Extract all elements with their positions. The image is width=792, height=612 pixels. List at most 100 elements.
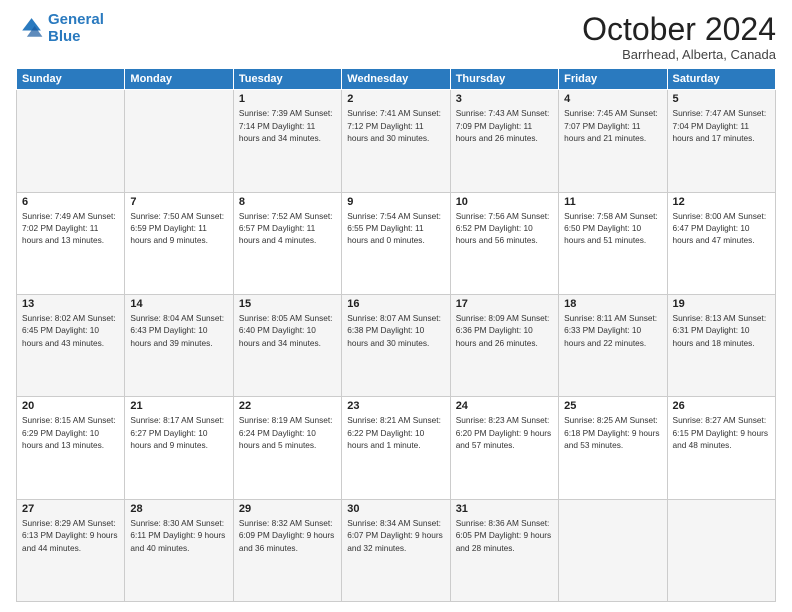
day-number: 20	[22, 400, 119, 412]
day-info: Sunrise: 7:52 AM Sunset: 6:57 PM Dayligh…	[239, 210, 336, 247]
logo-line2: Blue	[48, 28, 81, 45]
day-cell: 23 Sunrise: 8:21 AM Sunset: 6:22 PM Dayli…	[342, 397, 450, 499]
day-number: 25	[564, 400, 661, 412]
day-number: 15	[239, 298, 336, 310]
day-cell	[667, 499, 775, 601]
day-cell: 17 Sunrise: 8:09 AM Sunset: 6:36 PM Dayli…	[450, 294, 558, 396]
day-info: Sunrise: 8:15 AM Sunset: 6:29 PM Dayligh…	[22, 414, 119, 451]
day-number: 17	[456, 298, 553, 310]
day-cell: 27Sunrise: 8:29 AM Sunset: 6:13 PM Dayli…	[17, 499, 125, 601]
day-number: 1	[239, 93, 336, 105]
day-number: 23	[347, 400, 444, 412]
day-number: 16	[347, 298, 444, 310]
day-number: 2	[347, 93, 444, 105]
day-cell: 2 Sunrise: 7:41 AM Sunset: 7:12 PM Daylig…	[342, 90, 450, 192]
day-cell: 7 Sunrise: 7:50 AM Sunset: 6:59 PM Daylig…	[125, 192, 233, 294]
day-cell: 22 Sunrise: 8:19 AM Sunset: 6:24 PM Dayli…	[233, 397, 341, 499]
day-cell: 14Sunrise: 8:04 AM Sunset: 6:43 PM Dayli…	[125, 294, 233, 396]
day-number: 24	[456, 400, 553, 412]
day-info: Sunrise: 8:11 AM Sunset: 6:33 PM Dayligh…	[564, 312, 661, 349]
logo-icon	[16, 15, 44, 43]
day-number: 19	[673, 298, 770, 310]
day-info: Sunrise: 8:09 AM Sunset: 6:36 PM Dayligh…	[456, 312, 553, 349]
day-cell: 25 Sunrise: 8:25 AM Sunset: 6:18 PM Dayli…	[559, 397, 667, 499]
day-cell	[17, 90, 125, 192]
day-number: 14	[130, 298, 227, 310]
day-cell: 1Sunrise: 7:39 AM Sunset: 7:14 PM Daylig…	[233, 90, 341, 192]
col-friday: Friday	[559, 69, 667, 90]
day-info: Sunrise: 7:45 AM Sunset: 7:07 PM Dayligh…	[564, 107, 661, 144]
day-cell: 28 Sunrise: 8:30 AM Sunset: 6:11 PM Dayli…	[125, 499, 233, 601]
day-cell: 29 Sunrise: 8:32 AM Sunset: 6:09 PM Dayli…	[233, 499, 341, 601]
day-number: 12	[673, 196, 770, 208]
day-info: Sunrise: 7:47 AM Sunset: 7:04 PM Dayligh…	[673, 107, 770, 144]
day-info: Sunrise: 8:36 AM Sunset: 6:05 PM Dayligh…	[456, 517, 553, 554]
day-cell: 31 Sunrise: 8:36 AM Sunset: 6:05 PM Dayli…	[450, 499, 558, 601]
day-cell: 8Sunrise: 7:52 AM Sunset: 6:57 PM Daylig…	[233, 192, 341, 294]
week-row-2: 6 Sunrise: 7:49 AM Sunset: 7:02 PM Daylig…	[17, 192, 776, 294]
day-cell: 20 Sunrise: 8:15 AM Sunset: 6:29 PM Dayli…	[17, 397, 125, 499]
day-info: Sunrise: 7:50 AM Sunset: 6:59 PM Dayligh…	[130, 210, 227, 247]
day-info: Sunrise: 8:17 AM Sunset: 6:27 PM Dayligh…	[130, 414, 227, 451]
day-cell: 4 Sunrise: 7:45 AM Sunset: 7:07 PM Daylig…	[559, 90, 667, 192]
day-number: 21	[130, 400, 227, 412]
day-info: Sunrise: 8:29 AM Sunset: 6:13 PM Dayligh…	[22, 517, 119, 554]
title-block: October 2024 Barrhead, Alberta, Canada	[582, 12, 776, 62]
day-number: 6	[22, 196, 119, 208]
day-cell: 30Sunrise: 8:34 AM Sunset: 6:07 PM Dayli…	[342, 499, 450, 601]
day-info: Sunrise: 7:56 AM Sunset: 6:52 PM Dayligh…	[456, 210, 553, 247]
day-number: 13	[22, 298, 119, 310]
day-number: 10	[456, 196, 553, 208]
day-number: 7	[130, 196, 227, 208]
col-saturday: Saturday	[667, 69, 775, 90]
day-info: Sunrise: 8:30 AM Sunset: 6:11 PM Dayligh…	[130, 517, 227, 554]
day-info: Sunrise: 8:23 AM Sunset: 6:20 PM Dayligh…	[456, 414, 553, 451]
day-info: Sunrise: 7:49 AM Sunset: 7:02 PM Dayligh…	[22, 210, 119, 247]
logo-line1: General	[48, 11, 104, 28]
day-number: 18	[564, 298, 661, 310]
col-tuesday: Tuesday	[233, 69, 341, 90]
day-cell: 9 Sunrise: 7:54 AM Sunset: 6:55 PM Daylig…	[342, 192, 450, 294]
day-number: 29	[239, 503, 336, 515]
week-row-5: 27Sunrise: 8:29 AM Sunset: 6:13 PM Dayli…	[17, 499, 776, 601]
day-cell: 13 Sunrise: 8:02 AM Sunset: 6:45 PM Dayli…	[17, 294, 125, 396]
month-title: October 2024	[582, 12, 776, 47]
day-info: Sunrise: 8:25 AM Sunset: 6:18 PM Dayligh…	[564, 414, 661, 451]
day-cell: 19 Sunrise: 8:13 AM Sunset: 6:31 PM Dayli…	[667, 294, 775, 396]
day-info: Sunrise: 8:05 AM Sunset: 6:40 PM Dayligh…	[239, 312, 336, 349]
day-info: Sunrise: 8:13 AM Sunset: 6:31 PM Dayligh…	[673, 312, 770, 349]
day-number: 31	[456, 503, 553, 515]
col-sunday: Sunday	[17, 69, 125, 90]
day-info: Sunrise: 8:19 AM Sunset: 6:24 PM Dayligh…	[239, 414, 336, 451]
day-number: 22	[239, 400, 336, 412]
day-cell: 11 Sunrise: 7:58 AM Sunset: 6:50 PM Dayli…	[559, 192, 667, 294]
day-info: Sunrise: 7:58 AM Sunset: 6:50 PM Dayligh…	[564, 210, 661, 247]
day-number: 5	[673, 93, 770, 105]
day-info: Sunrise: 8:02 AM Sunset: 6:45 PM Dayligh…	[22, 312, 119, 349]
col-wednesday: Wednesday	[342, 69, 450, 90]
day-number: 9	[347, 196, 444, 208]
day-number: 28	[130, 503, 227, 515]
page: General Blue October 2024 Barrhead, Albe…	[0, 0, 792, 612]
day-info: Sunrise: 8:07 AM Sunset: 6:38 PM Dayligh…	[347, 312, 444, 349]
day-info: Sunrise: 8:27 AM Sunset: 6:15 PM Dayligh…	[673, 414, 770, 451]
day-info: Sunrise: 8:21 AM Sunset: 6:22 PM Dayligh…	[347, 414, 444, 451]
day-cell: 12 Sunrise: 8:00 AM Sunset: 6:47 PM Dayli…	[667, 192, 775, 294]
day-number: 4	[564, 93, 661, 105]
day-cell: 26 Sunrise: 8:27 AM Sunset: 6:15 PM Dayli…	[667, 397, 775, 499]
header: General Blue October 2024 Barrhead, Albe…	[16, 12, 776, 62]
day-cell: 15 Sunrise: 8:05 AM Sunset: 6:40 PM Dayli…	[233, 294, 341, 396]
day-number: 11	[564, 196, 661, 208]
week-row-4: 20 Sunrise: 8:15 AM Sunset: 6:29 PM Dayli…	[17, 397, 776, 499]
week-row-3: 13 Sunrise: 8:02 AM Sunset: 6:45 PM Dayli…	[17, 294, 776, 396]
day-number: 26	[673, 400, 770, 412]
day-info: Sunrise: 7:41 AM Sunset: 7:12 PM Dayligh…	[347, 107, 444, 144]
day-cell: 5 Sunrise: 7:47 AM Sunset: 7:04 PM Daylig…	[667, 90, 775, 192]
header-row: Sunday Monday Tuesday Wednesday Thursday…	[17, 69, 776, 90]
day-info: Sunrise: 8:00 AM Sunset: 6:47 PM Dayligh…	[673, 210, 770, 247]
day-info: Sunrise: 7:54 AM Sunset: 6:55 PM Dayligh…	[347, 210, 444, 247]
col-monday: Monday	[125, 69, 233, 90]
week-row-1: 1Sunrise: 7:39 AM Sunset: 7:14 PM Daylig…	[17, 90, 776, 192]
logo: General Blue	[16, 12, 104, 45]
day-info: Sunrise: 8:32 AM Sunset: 6:09 PM Dayligh…	[239, 517, 336, 554]
